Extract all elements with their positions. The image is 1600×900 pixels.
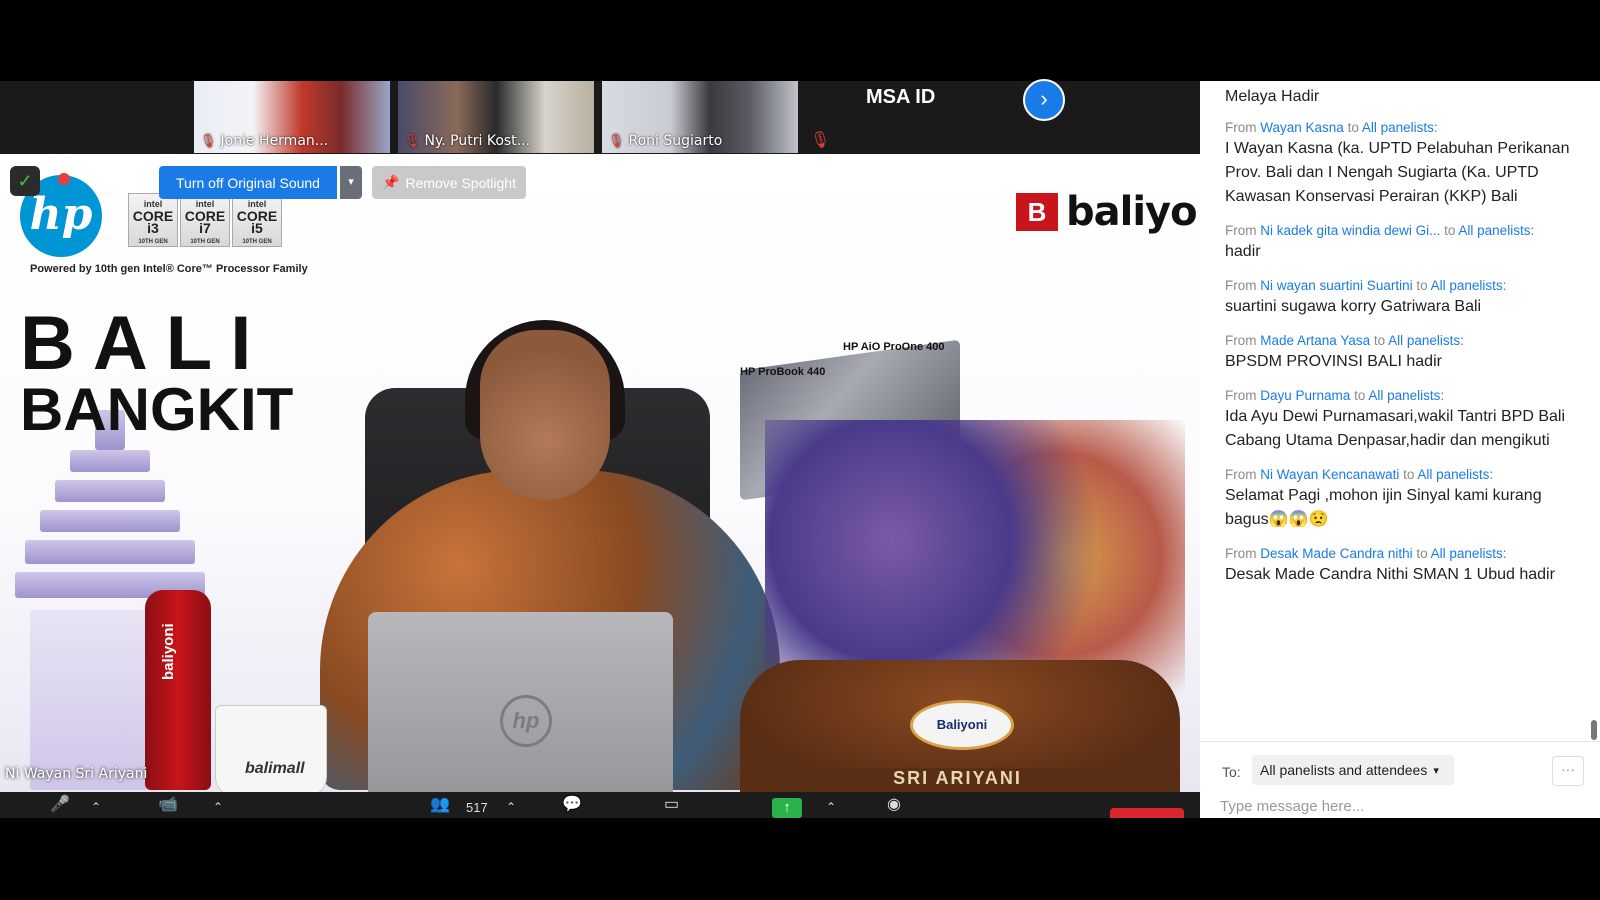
chat-message-text: Ida Ayu Dewi Purnamasari,wakil Tantri BP… — [1225, 408, 1565, 449]
chevron-up-icon[interactable]: ⌃ — [91, 800, 101, 814]
red-bottle — [145, 590, 211, 790]
chat-message-text: suartini sugawa korry Gatriwara Bali — [1225, 298, 1482, 315]
participant-thumbnail[interactable]: 🎙 Jonie Herman... — [194, 81, 390, 153]
recipient-select[interactable]: All panelists and attendees ▾ — [1252, 755, 1454, 785]
remove-spotlight-button[interactable]: 📌 Remove Spotlight — [372, 166, 526, 199]
chat-message-header: From Made Artana Yasa to All panelists: — [1225, 333, 1464, 348]
intel-core-badge: intel CORE i5 10TH GEN — [232, 193, 282, 247]
record-icon[interactable]: ◉ — [887, 794, 901, 814]
microphone-icon[interactable]: 🎤 — [50, 794, 70, 814]
mic-muted-icon: 🎙 — [404, 133, 421, 149]
chat-message-header: From Ni wayan suartini Suartini to All p… — [1225, 278, 1507, 293]
sender-name[interactable]: Wayan Kasna — [1260, 120, 1344, 135]
chat-message-text: I Wayan Kasna (ka. UPTD Pelabuhan Perika… — [1225, 140, 1570, 205]
chat-message-input[interactable] — [1220, 796, 1580, 816]
security-shield-icon[interactable]: ✓ — [10, 166, 40, 196]
chat-message-header: From Wayan Kasna to All panelists: — [1225, 120, 1438, 135]
laptop-hp-logo: hp — [500, 695, 552, 747]
end-meeting-button[interactable] — [1110, 808, 1184, 818]
sender-name[interactable]: Desak Made Candra nithi — [1260, 546, 1412, 561]
chat-bubbles-icon[interactable]: 💬 — [562, 794, 582, 814]
sender-name[interactable]: Dayu Purnama — [1260, 388, 1350, 403]
chevron-down-icon[interactable]: ▾ — [340, 166, 362, 199]
recipient-name[interactable]: All panelists: — [1388, 333, 1464, 348]
q-and-a-icon[interactable]: ▭ — [664, 794, 679, 814]
chat-message-text: BPSDM PROVINSI BALI hadir — [1225, 353, 1442, 370]
participant-thumbnail[interactable]: 🎙 Ny. Putri Kost... — [398, 81, 594, 153]
recording-indicator-icon — [58, 173, 70, 185]
chevron-down-icon: ▾ — [1433, 764, 1439, 777]
recipient-name[interactable]: All panelists: — [1368, 388, 1444, 403]
sender-name[interactable]: Made Artana Yasa — [1260, 333, 1370, 348]
active-speaker-name: Ni Wayan Sri Ariyani — [5, 766, 148, 782]
chevron-up-icon[interactable]: ⌃ — [213, 800, 223, 814]
mic-muted-icon: 🎙 — [810, 132, 831, 149]
baliyoni-mark: B — [1016, 193, 1058, 231]
recipient-name[interactable]: All panelists: — [1417, 467, 1493, 482]
participant-thumbnail[interactable]: 🎙 Roni Sugiarto — [602, 81, 798, 153]
sender-name[interactable]: Ni kadek gita windia dewi Gi... — [1260, 223, 1440, 238]
baliyoni-nameplate: Baliyoni — [910, 700, 1014, 750]
banner-title-bali: BALI — [20, 301, 270, 386]
participant-name-tile[interactable]: MSA ID — [866, 86, 935, 109]
recipient-name[interactable]: All panelists: — [1431, 278, 1507, 293]
participants-count[interactable]: 517 — [466, 800, 488, 815]
participant-name: Ny. Putri Kost... — [424, 133, 531, 149]
chat-scrollbar[interactable] — [1591, 720, 1597, 740]
participant-thumbnail-strip — [0, 81, 1200, 154]
chat-message-text: Desak Made Candra Nithi SMAN 1 Ubud hadi… — [1225, 566, 1555, 583]
powered-by-text: Powered by 10th gen Intel® Core™ Process… — [30, 263, 308, 275]
recipient-name[interactable]: All panelists: — [1431, 546, 1507, 561]
mic-muted-icon: 🎙 — [200, 133, 217, 149]
next-page-arrow-icon[interactable]: › — [1023, 79, 1065, 121]
recipient-name[interactable]: All panelists: — [1458, 223, 1534, 238]
sender-name[interactable]: Ni Wayan Kencanawati — [1260, 467, 1399, 482]
mug-brand: balimall — [245, 760, 305, 777]
chat-message-list: Melaya Hadir From Wayan Kasna to All pan… — [1225, 81, 1580, 587]
chat-message-header: From Desak Made Candra nithi to All pane… — [1225, 546, 1507, 561]
desk-name-plate: SRI ARIYANI — [805, 768, 1110, 794]
chat-panel: Melaya Hadir From Wayan Kasna to All pan… — [1200, 81, 1600, 818]
chevron-up-icon[interactable]: ⌃ — [506, 800, 516, 814]
pin-icon: 📌 — [382, 174, 400, 190]
share-screen-icon[interactable]: ↑ — [772, 798, 802, 818]
turn-off-original-sound-button[interactable]: Turn off Original Sound — [159, 166, 337, 199]
intel-core-badge: intel CORE i3 10TH GEN — [128, 193, 178, 247]
product-label: HP AiO ProOne 400 — [843, 341, 945, 353]
chat-message-header: From Ni Wayan Kencanawati to All panelis… — [1225, 467, 1494, 482]
intel-core-badge: intel CORE i7 10TH GEN — [180, 193, 230, 247]
speaker-face — [480, 330, 610, 500]
chat-message-text: Melaya Hadir — [1225, 88, 1320, 105]
chat-message-text: Selamat Pagi ,mohon ijin Sinyal kami kur… — [1225, 487, 1542, 528]
chat-message-text: hadir — [1225, 243, 1261, 260]
chevron-up-icon[interactable]: ⌃ — [826, 800, 836, 814]
chat-message-header: From Dayu Purnama to All panelists: — [1225, 388, 1445, 403]
mic-muted-icon: 🎙 — [608, 133, 625, 149]
product-label: HP ProBook 440 — [740, 366, 826, 378]
participant-name: Roni Sugiarto — [628, 133, 723, 149]
chat-divider — [1200, 741, 1600, 742]
chat-message-header: From Ni kadek gita windia dewi Gi... to … — [1225, 223, 1535, 238]
more-options-button[interactable]: ··· — [1552, 756, 1584, 786]
meeting-toolbar — [0, 792, 1200, 818]
bottle-brand: baliyoni — [160, 623, 177, 680]
participants-icon[interactable]: 👥 — [430, 794, 450, 814]
mug — [215, 705, 327, 797]
to-label: To: — [1222, 764, 1241, 780]
video-camera-icon[interactable]: 📹 — [158, 794, 178, 814]
recipient-name[interactable]: All panelists: — [1362, 120, 1438, 135]
sender-name[interactable]: Ni wayan suartini Suartini — [1260, 278, 1412, 293]
participant-name: Jonie Herman... — [220, 133, 329, 149]
banner-title-bangkit: BANGKIT — [20, 376, 294, 443]
